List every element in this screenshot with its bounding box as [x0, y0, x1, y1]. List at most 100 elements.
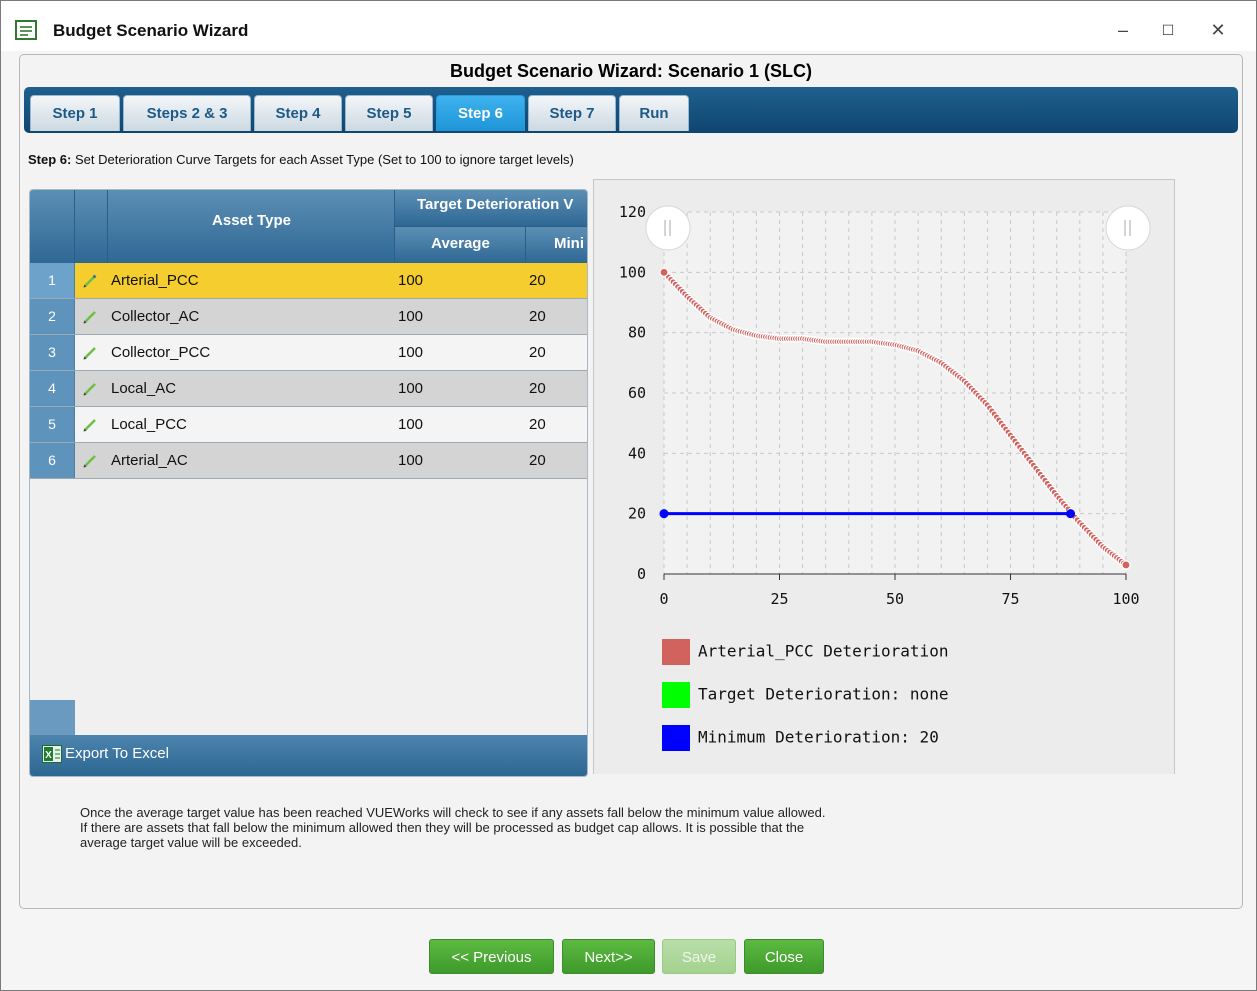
left-range-handle[interactable] — [645, 205, 691, 251]
average-cell[interactable]: 100 — [398, 299, 423, 334]
close-button[interactable]: Close — [744, 939, 824, 974]
next-button[interactable]: Next>> — [562, 939, 655, 974]
minimum-header-label: Mini — [554, 235, 584, 252]
excel-icon[interactable]: X — [42, 745, 62, 763]
asset-type-cell: Local_PCC — [111, 416, 187, 433]
series-arterial-pcc-point — [659, 267, 669, 277]
pencil-icon[interactable] — [82, 453, 98, 469]
asset-type-cell: Arterial_PCC — [111, 272, 199, 289]
legend-item-minimum: Minimum Deterioration: 20 — [662, 725, 939, 751]
save-button[interactable]: Save — [662, 939, 736, 974]
legend-item-arterial-pcc: Arterial_PCC Deterioration — [662, 639, 948, 665]
average-cell[interactable]: 100 — [398, 407, 423, 442]
tab-step-1[interactable]: Step 1 — [30, 95, 120, 131]
y-tick-label: 20 — [628, 505, 646, 523]
legend-swatch-blue — [662, 725, 690, 751]
window-title: Budget Scenario Wizard — [53, 21, 249, 40]
step-label: Step 6: — [28, 152, 72, 167]
table-row[interactable]: 3 Collector_PCC 100 20 — [30, 335, 587, 371]
row-number: 5 — [30, 407, 75, 442]
series-minimum-point — [1066, 509, 1076, 519]
minimum-cell[interactable]: 20 — [529, 335, 546, 370]
row-number: 4 — [30, 371, 75, 406]
x-tick-label: 25 — [770, 590, 788, 608]
tab-run[interactable]: Run — [619, 95, 689, 131]
tab-step-4[interactable]: Step 4 — [254, 95, 342, 131]
wizard-title: Budget Scenario Wizard: Scenario 1 (SLC) — [450, 61, 812, 81]
step-tab-bar: Step 1 Steps 2 & 3 Step 4 Step 5 Step 6 … — [24, 87, 1238, 133]
legend-label: Arterial_PCC Deterioration — [698, 641, 949, 661]
average-cell[interactable]: 100 — [398, 443, 423, 478]
average-cell[interactable]: 100 — [398, 263, 423, 298]
table-row[interactable]: 6 Arterial_AC 100 20 — [30, 443, 587, 479]
minimize-button[interactable]: ‒ — [1106, 15, 1140, 45]
step-text: Set Deterioration Curve Targets for each… — [74, 152, 574, 167]
table-row[interactable]: 1 Arterial_PCC 100 20 — [30, 263, 587, 299]
y-tick-label: 120 — [619, 203, 646, 221]
tab-steps-2-3[interactable]: Steps 2 & 3 — [123, 95, 251, 131]
asset-type-cell: Collector_AC — [111, 308, 200, 325]
pencil-icon[interactable] — [82, 417, 98, 433]
series-arterial-pcc-point — [1121, 560, 1131, 570]
step-description: Step 6: Set Deterioration Curve Targets … — [28, 152, 574, 167]
tab-step-7[interactable]: Step 7 — [528, 95, 616, 131]
row-number: 6 — [30, 443, 75, 478]
row-number: 3 — [30, 335, 75, 370]
row-number: 1 — [30, 263, 75, 298]
form-window-icon — [15, 20, 37, 40]
deterioration-chart-panel: 0 20 40 60 80 100 120 0 25 50 75 100 Arterial_PCC … — [593, 179, 1175, 774]
x-tick-label: 100 — [1112, 590, 1139, 608]
pencil-icon[interactable] — [82, 309, 98, 325]
title-bar: Budget Scenario Wizard ‒ ☐ ✕ — [1, 1, 1256, 51]
grid-header-rownum — [30, 190, 75, 263]
grid-header-target-group: Target Deterioration V — [395, 190, 587, 227]
legend-item-target: Target Deterioration: none — [662, 682, 948, 708]
table-row[interactable]: 2 Collector_AC 100 20 — [30, 299, 587, 335]
pencil-icon[interactable] — [82, 381, 98, 397]
asset-type-grid: Asset Type Target Deterioration V Averag… — [29, 189, 588, 777]
previous-button[interactable]: << Previous — [429, 939, 554, 974]
y-tick-label: 80 — [628, 324, 646, 342]
info-text: Once the average target value has been r… — [80, 805, 1080, 850]
grid-corner-button[interactable] — [30, 700, 75, 735]
info-line: If there are assets that fall below the … — [80, 820, 805, 835]
legend-swatch-green — [662, 682, 690, 708]
grid-header-asset-type[interactable]: Asset Type — [108, 190, 395, 263]
grid-rows: 1 Arterial_PCC 100 20 2 Collector_AC 100… — [30, 263, 587, 479]
grid-header-minimum[interactable]: Mini — [526, 227, 587, 263]
budget-scenario-window: Budget Scenario Wizard ‒ ☐ ✕ Budget Scen… — [0, 0, 1257, 991]
export-to-excel-button[interactable]: Export To Excel — [65, 745, 169, 762]
minimum-cell[interactable]: 20 — [529, 443, 546, 478]
minimum-cell[interactable]: 20 — [529, 371, 546, 406]
average-header-label: Average — [431, 235, 490, 252]
series-minimum-point — [659, 509, 669, 519]
row-number: 2 — [30, 299, 75, 334]
maximize-button[interactable]: ☐ — [1151, 15, 1185, 45]
tab-step-5[interactable]: Step 5 — [345, 95, 433, 131]
minimum-cell[interactable]: 20 — [529, 407, 546, 442]
table-row[interactable]: 4 Local_AC 100 20 — [30, 371, 587, 407]
average-cell[interactable]: 100 — [398, 371, 423, 406]
y-tick-label: 0 — [637, 565, 646, 583]
x-tick-label: 50 — [886, 590, 904, 608]
y-tick-label: 40 — [628, 444, 646, 462]
pencil-icon[interactable] — [82, 273, 98, 289]
minimum-cell[interactable]: 20 — [529, 299, 546, 334]
target-group-header-label: Target Deterioration V — [417, 196, 574, 213]
asset-type-cell: Collector_PCC — [111, 344, 211, 361]
grid-header-average[interactable]: Average — [395, 227, 526, 263]
table-row[interactable]: 5 Local_PCC 100 20 — [30, 407, 587, 443]
pencil-icon[interactable] — [82, 345, 98, 361]
legend-label: Target Deterioration: none — [698, 684, 949, 704]
tab-step-6[interactable]: Step 6 — [436, 95, 525, 131]
info-line: Once the average target value has been r… — [80, 805, 826, 820]
info-line: average target value will be exceeded. — [80, 835, 302, 850]
legend-label: Minimum Deterioration: 20 — [698, 727, 939, 747]
average-cell[interactable]: 100 — [398, 335, 423, 370]
right-range-handle[interactable] — [1105, 205, 1151, 251]
close-window-button[interactable]: ✕ — [1201, 15, 1235, 45]
x-tick-label: 75 — [1001, 590, 1019, 608]
minimum-cell[interactable]: 20 — [529, 263, 546, 298]
legend-swatch-red — [662, 639, 690, 665]
wizard-panel: Budget Scenario Wizard: Scenario 1 (SLC)… — [19, 54, 1243, 909]
